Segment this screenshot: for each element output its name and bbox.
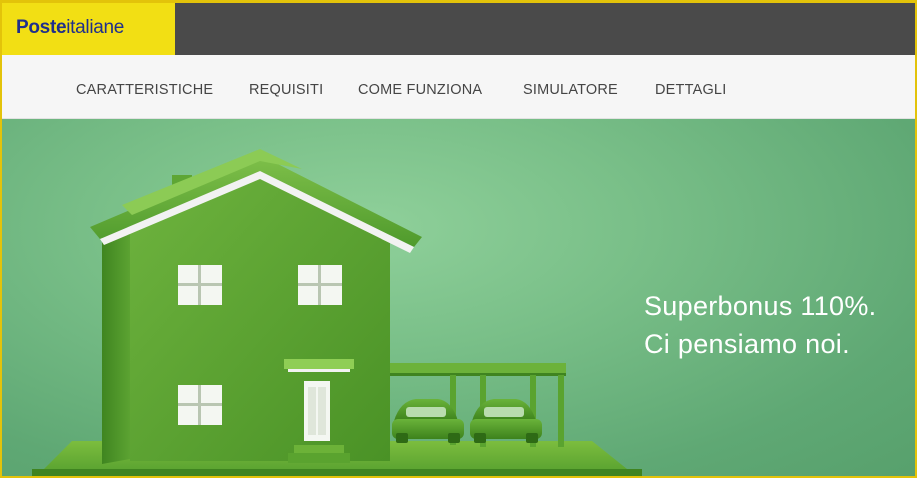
window-upper-right (298, 265, 342, 305)
entry-step-2 (288, 453, 350, 463)
door-canopy-trim (288, 369, 350, 372)
nav-item-caratteristiche[interactable]: CARATTERISTICHE (76, 82, 213, 98)
front-door (304, 381, 330, 441)
carport-roof-shade (390, 373, 566, 376)
nav-item-requisiti[interactable]: REQUISITI (249, 82, 323, 98)
nav-item-simulatore[interactable]: SIMULATORE (523, 82, 618, 98)
house-side-wall (102, 215, 130, 464)
window-upper-left (178, 265, 222, 305)
top-bar: Posteitaliane (2, 3, 915, 55)
door-canopy (284, 359, 354, 369)
hero-headline: Superbonus 110%. Ci pensiamo noi. (644, 287, 876, 363)
carport-post-4 (558, 375, 564, 447)
logo-wordmark: Posteitaliane (16, 17, 124, 39)
nav-item-come-funziona[interactable]: COME FUNZIONA (358, 82, 482, 98)
carport-roof (390, 363, 566, 373)
grass-lawn-edge (32, 469, 642, 476)
page-frame: Posteitaliane CARATTERISTICHE REQUISITI … (0, 0, 917, 478)
hero-headline-line-2: Ci pensiamo noi. (644, 329, 850, 359)
logo-text-bold: Poste (16, 17, 67, 38)
hero-headline-line-1: Superbonus 110%. (644, 291, 877, 321)
poste-italiane-logo[interactable]: Posteitaliane (2, 3, 175, 55)
entry-step-1 (294, 445, 344, 453)
hero-banner: Superbonus 110%. Ci pensiamo noi. (2, 119, 915, 476)
section-nav: CARATTERISTICHE REQUISITI COME FUNZIONA … (2, 55, 915, 119)
logo-text-light: italiane (66, 17, 125, 38)
window-lower-left (178, 385, 222, 425)
nav-item-dettagli[interactable]: DETTAGLI (655, 82, 726, 98)
